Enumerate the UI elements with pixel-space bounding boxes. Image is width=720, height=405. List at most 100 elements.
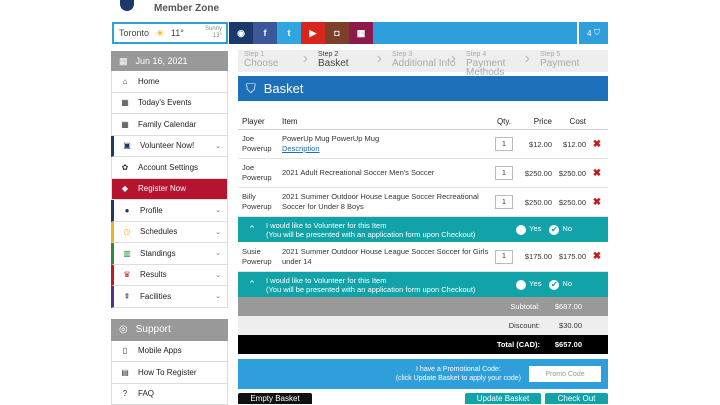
radio-checked-icon: ✔ [549,280,559,290]
clock-icon: ◷ [122,227,132,236]
user-icon: ● [122,206,132,215]
volunteer-yes-label: Yes [529,224,541,233]
volunteer-yes[interactable]: Yes [516,279,541,289]
sidebar-item-schedules[interactable]: ◷Schedules⌄ [111,222,228,244]
volunteer-text: I would like to Volunteer for this Item(… [266,276,475,294]
column-header-player: Player [238,117,278,127]
youtube-icon[interactable]: ▶ [301,22,325,44]
globe-icon[interactable]: ◉ [229,22,253,44]
calendar-icon: ▦ [120,120,130,129]
sidebar-item-label: Results [140,270,167,279]
step-label: Payment [540,59,608,68]
support-item-faq[interactable]: ?FAQ [111,384,228,405]
club-logo[interactable] [120,0,134,11]
delete-icon[interactable]: ✖ [586,168,608,179]
discount-label: Discount: [509,321,540,330]
gear-icon: ✿ [120,163,130,172]
chevron-up-icon[interactable]: ⌃ [238,225,266,234]
volunteer-no[interactable]: ✔No [549,224,572,234]
chevron-up-icon[interactable]: ⌃ [238,280,266,289]
discount-value: $30.00 [548,321,582,330]
item-cost: $175.00 [552,252,586,261]
empty-basket-button[interactable]: Empty Basket [238,393,312,404]
twitter-icon[interactable]: t [277,22,301,44]
delete-icon[interactable]: ✖ [586,251,608,262]
sidebar-item-family-calendar[interactable]: ▦Family Calendar [111,114,228,136]
sidebar-item-today-s-events[interactable]: ▦ Today's Events [111,93,228,115]
quantity-input[interactable]: 1 [495,137,513,151]
radio-checked-icon: ✔ [549,225,559,235]
subtotal-value: $687.00 [548,302,582,311]
delete-icon[interactable]: ✖ [586,197,608,208]
sidebar-date: ▦Jun 16, 2021 [111,51,228,71]
calendar-icon: ▦ [120,98,130,107]
weather-condition: Sunny [205,26,222,32]
column-header-qty: Qty. [490,117,518,126]
quantity-input[interactable]: 1 [495,250,513,264]
sidebar-item-profile[interactable]: ●Profile⌄ [111,200,228,222]
volunteer-yes-label: Yes [529,279,541,288]
sidebar-item-volunteer-now[interactable]: ▣Volunteer Now!⌄ [111,136,228,158]
support-item-mobile-apps[interactable]: ▯Mobile Apps [111,341,228,363]
social-links: ◉ f t ▶ ◘ ▦ [229,22,373,44]
total-value: $657.00 [548,340,582,349]
top-bar: Member Zone [0,0,720,20]
volunteer-no-label: No [562,279,572,288]
question-icon: ? [120,389,130,398]
volunteer-text-line2: (You will be presented with an applicati… [266,285,475,294]
update-basket-button[interactable]: Update Basket [465,393,541,404]
support-icon: ◎ [119,324,128,335]
weather-widget: Toronto ☀ 11° Sunny13° [112,22,228,44]
checkout-steps: Step 1ChooseStep 2BasketStep 3Additional… [238,50,608,72]
volunteer-yes[interactable]: Yes [516,224,541,234]
quantity-cell: 1 [490,137,518,151]
step-label: Choose [244,59,312,68]
table-row: Susie Powerup2021 Summer Outdoor House L… [238,242,608,272]
sidebar-item-results[interactable]: ♛Results⌄ [111,265,228,287]
checkout-button[interactable]: Check Out [545,393,608,404]
column-header-price: Price [518,117,552,126]
sidebar-item-label: Home [138,77,159,86]
document-icon: ▤ [120,368,130,377]
quantity-input[interactable]: 1 [495,166,513,180]
volunteer-no[interactable]: ✔No [549,279,572,289]
volunteer-text-line1: I would like to Volunteer for this Item [266,221,386,230]
sidebar-item-label: Today's Events [138,98,192,107]
step-label: Basket [318,59,386,68]
support-item-how-to-register[interactable]: ▤How To Register [111,362,228,384]
sidebar-item-home[interactable]: ⌂Home [111,71,228,93]
player-name: Susie Powerup [238,247,278,267]
description-link[interactable]: Description [282,144,320,153]
sidebar-item-account-settings[interactable]: ✿Account Settings [111,157,228,179]
support-header: ◎Support [111,319,228,341]
sidebar-item-label: Facilities [140,292,171,301]
table-row: Joe Powerup PowerUp Mug PowerUp MugDescri… [238,130,608,159]
sidebar-item-facilities[interactable]: ⇞Facilities⌄ [111,286,228,308]
instagram-icon[interactable]: ◘ [325,22,349,44]
item-cost: $250.00 [552,198,586,207]
item-cost: $250.00 [552,169,586,178]
item-text: 2021 Adult Recreational Soccer Men's Soc… [282,168,434,177]
sidebar-item-register-now[interactable]: ◆Register Now [111,179,228,201]
item-text: PowerUp Mug PowerUp Mug [282,134,379,143]
flickr-icon[interactable]: ▦ [349,22,373,44]
facebook-icon[interactable]: f [253,22,277,44]
step-5: Step 5Payment [534,50,608,72]
sidebar-item-standings[interactable]: ▥Standings⌄ [111,243,228,265]
sun-icon: ☀ [155,27,165,40]
promo-help: (click Update Basket to apply your code) [396,375,521,382]
volunteer-option: ⌃I would like to Volunteer for this Item… [238,217,608,242]
item-name: 2021 Summer Outdoor House League Soccer … [278,247,490,267]
volunteer-text-line1: I would like to Volunteer for this Item [266,276,386,285]
facilities-icon: ⇞ [122,292,132,301]
cart-button[interactable]: 4 ⛉ [578,22,608,44]
volunteer-no-label: No [562,224,572,233]
item-text: 2021 Summer Outdoor House League Soccer … [282,247,488,266]
player-name: Joe Powerup [238,134,278,154]
promo-code-input[interactable]: Promo Code [529,366,601,382]
item-text: 2021 Summer Outdoor House League Soccer … [282,192,479,211]
quantity-input[interactable]: 1 [495,195,513,209]
step-3: Step 3Additional Info [386,50,460,72]
sidebar-item-label: Standings [140,249,176,258]
delete-icon[interactable]: ✖ [586,139,608,150]
